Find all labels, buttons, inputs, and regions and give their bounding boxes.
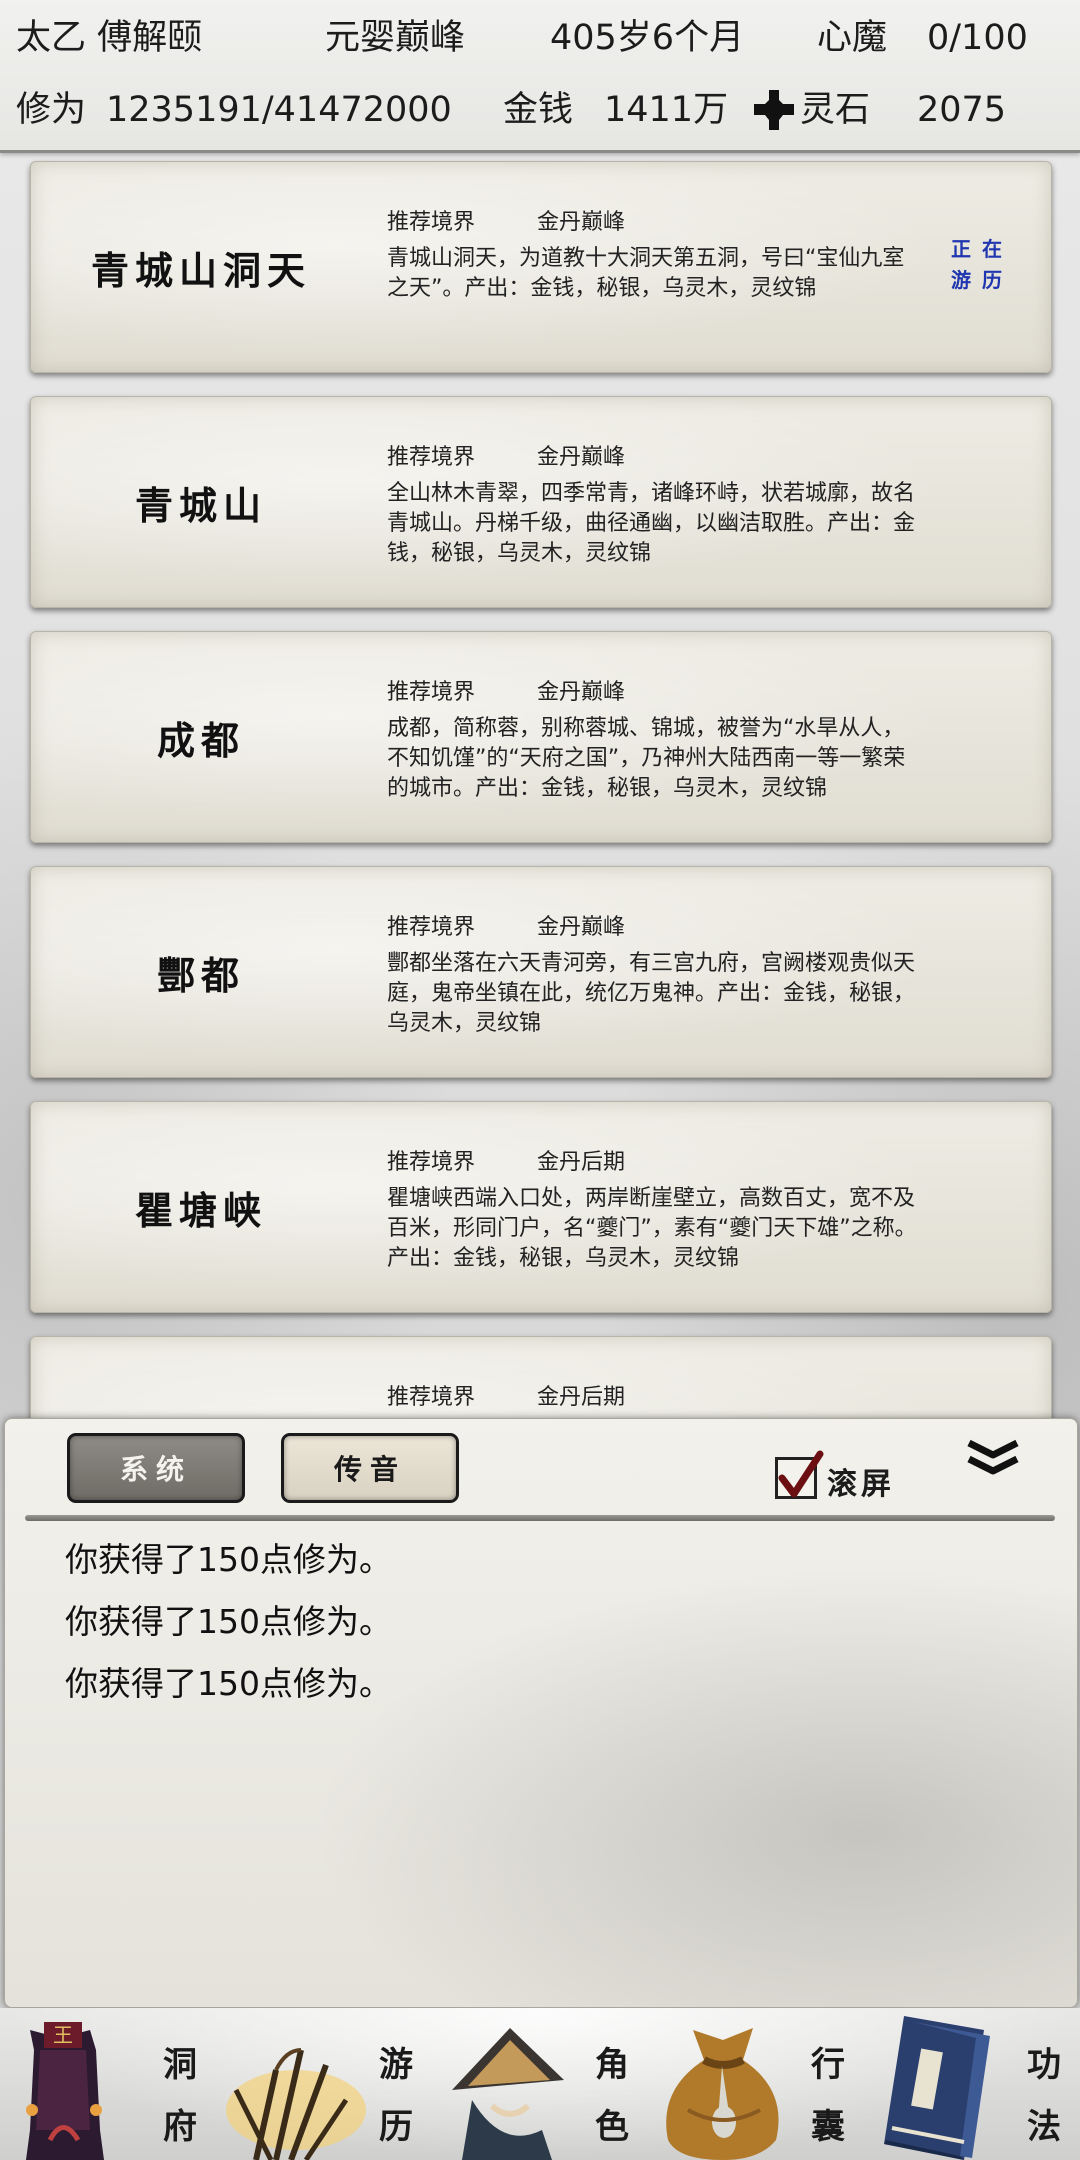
nav-label: 游历 — [379, 2045, 413, 2147]
recommended-realm-label: 推荐境界 — [387, 1385, 476, 1410]
svg-text:王: 王 — [53, 2023, 73, 2047]
cave-dwelling-icon: 王 — [26, 2022, 104, 2160]
collapse-chevron-icon[interactable] — [965, 1439, 1021, 1479]
location-description: 全山林木青翠，四季常青，诸峰环峙，状若城廓，故名青城山。丹梯千级，曲径通幽，以幽… — [387, 481, 916, 566]
location-card[interactable]: 推荐境界 金丹后期 — [30, 1336, 1052, 1418]
bottom-navigation: 王 洞府 游历 角色 行囊 功法 — [0, 2008, 1080, 2160]
location-description: 青城山洞天，为道教十大洞天第五洞，号曰“宝仙九室之天”。产出：金钱，秘银，乌灵木… — [387, 246, 905, 301]
nav-bag[interactable]: 行囊 — [648, 2008, 864, 2160]
character-name: 太乙 傅解颐 — [16, 18, 203, 58]
location-description: 酆都坐落在六天青河旁，有三宫九府，宫阙楼观贵似天庭，鬼帝坐镇在此，统亿万鬼神。产… — [387, 951, 916, 1036]
message-panel: 系统 传音 滚屏 你获得了150点修为。 你获得了150点修为。 你获得了150… — [4, 1418, 1078, 2008]
auto-scroll-checkbox[interactable] — [775, 1450, 824, 1499]
nav-label: 洞府 — [163, 2045, 197, 2147]
money-label: 金钱 — [503, 90, 574, 130]
heart-demon-label: 心魔 — [817, 18, 888, 58]
character-hat-icon — [452, 2028, 564, 2160]
checkmark-icon — [778, 1450, 824, 1498]
money-value: 1411万 — [604, 90, 729, 130]
message-divider — [25, 1515, 1055, 1521]
nav-cave-dwelling[interactable]: 王 洞府 — [0, 2008, 216, 2160]
location-list[interactable]: 青城山洞天 推荐境界 金丹巅峰 青城山洞天，为道教十大洞天第五洞，号曰“宝仙九室… — [0, 153, 1080, 1418]
recommended-realm-label: 推荐境界 — [387, 1150, 476, 1175]
nav-label: 行囊 — [811, 2045, 845, 2147]
recommended-realm-value: 金丹巅峰 — [537, 915, 626, 940]
recommended-realm-label: 推荐境界 — [387, 915, 476, 940]
recommended-realm-value: 金丹后期 — [537, 1385, 626, 1410]
location-card[interactable]: 酆都 推荐境界 金丹巅峰 酆都坐落在六天青河旁，有三宫九府，宫阙楼观贵似天庭，鬼… — [30, 866, 1052, 1078]
location-card[interactable]: 成都 推荐境界 金丹巅峰 成都，简称蓉，别称蓉城、锦城，被誉为“水旱从人，不知饥… — [30, 631, 1052, 843]
spirit-stone-value: 2075 — [917, 90, 1007, 130]
location-name: 成都 — [156, 717, 245, 763]
message-line: 你获得了150点修为。 — [65, 1664, 392, 1703]
recommended-realm-label: 推荐境界 — [387, 210, 476, 235]
status-header: 太乙 傅解颐 元婴巅峰 405岁6个月 心魔 0/100 修为 1235191/… — [0, 0, 1080, 153]
location-name: 酆都 — [156, 952, 245, 998]
location-description: 成都，简称蓉，别称蓉城、锦城，被誉为“水旱从人，不知饥馑”的“天府之国”，乃神州… — [387, 716, 906, 801]
recommended-realm-label: 推荐境界 — [387, 445, 476, 470]
message-line: 你获得了150点修为。 — [65, 1602, 392, 1641]
book-icon — [884, 2016, 990, 2160]
tab-voice-transmission[interactable]: 传音 — [281, 1433, 459, 1503]
location-name: 青城山洞天 — [90, 247, 311, 293]
tab-system[interactable]: 系统 — [67, 1433, 245, 1503]
location-name: 青城山 — [134, 482, 267, 528]
cultivation-label: 修为 — [16, 90, 87, 130]
bag-icon — [666, 2028, 779, 2160]
location-card[interactable]: 青城山洞天 推荐境界 金丹巅峰 青城山洞天，为道教十大洞天第五洞，号曰“宝仙九室… — [30, 161, 1052, 373]
nav-techniques[interactable]: 功法 — [864, 2008, 1080, 2160]
recommended-realm-value: 金丹巅峰 — [537, 445, 626, 470]
location-card[interactable]: 瞿塘峡 推荐境界 金丹后期 瞿塘峡西端入口处，两岸断崖壁立，高数百丈，宽不及百米… — [30, 1101, 1052, 1313]
cultivation-value: 1235191/41472000 — [106, 90, 452, 130]
recommended-realm-value: 金丹巅峰 — [537, 680, 626, 705]
cultivation-realm: 元婴巅峰 — [325, 18, 466, 58]
traveling-status-badge: 正在游历 — [951, 237, 1013, 292]
recommended-realm-value: 金丹后期 — [537, 1150, 626, 1175]
character-age: 405岁6个月 — [550, 18, 745, 58]
recommended-realm-value: 金丹巅峰 — [537, 210, 626, 235]
recommended-realm-label: 推荐境界 — [387, 680, 476, 705]
nav-label: 角色 — [595, 2045, 629, 2147]
message-log[interactable]: 你获得了150点修为。 你获得了150点修为。 你获得了150点修为。 — [65, 1529, 1025, 1715]
location-card[interactable]: 青城山 推荐境界 金丹巅峰 全山林木青翠，四季常青，诸峰环峙，状若城廓，故名青城… — [30, 396, 1052, 608]
nav-character[interactable]: 角色 — [432, 2008, 648, 2160]
spirit-stone-label: 灵石 — [800, 90, 871, 130]
nav-label: 功法 — [1027, 2045, 1061, 2147]
location-name — [31, 1337, 371, 1418]
travel-grass-icon — [226, 2048, 366, 2160]
heart-demon-value: 0/100 — [927, 18, 1028, 58]
nav-travel[interactable]: 游历 — [216, 2008, 432, 2160]
location-name: 瞿塘峡 — [134, 1187, 267, 1233]
spirit-stone-icon — [754, 90, 794, 130]
auto-scroll-label: 滚屏 — [827, 1467, 895, 1502]
message-line: 你获得了150点修为。 — [65, 1540, 392, 1579]
location-description: 瞿塘峡西端入口处，两岸断崖壁立，高数百丈，宽不及百米，形同门户，名“夔门”，素有… — [387, 1186, 917, 1271]
